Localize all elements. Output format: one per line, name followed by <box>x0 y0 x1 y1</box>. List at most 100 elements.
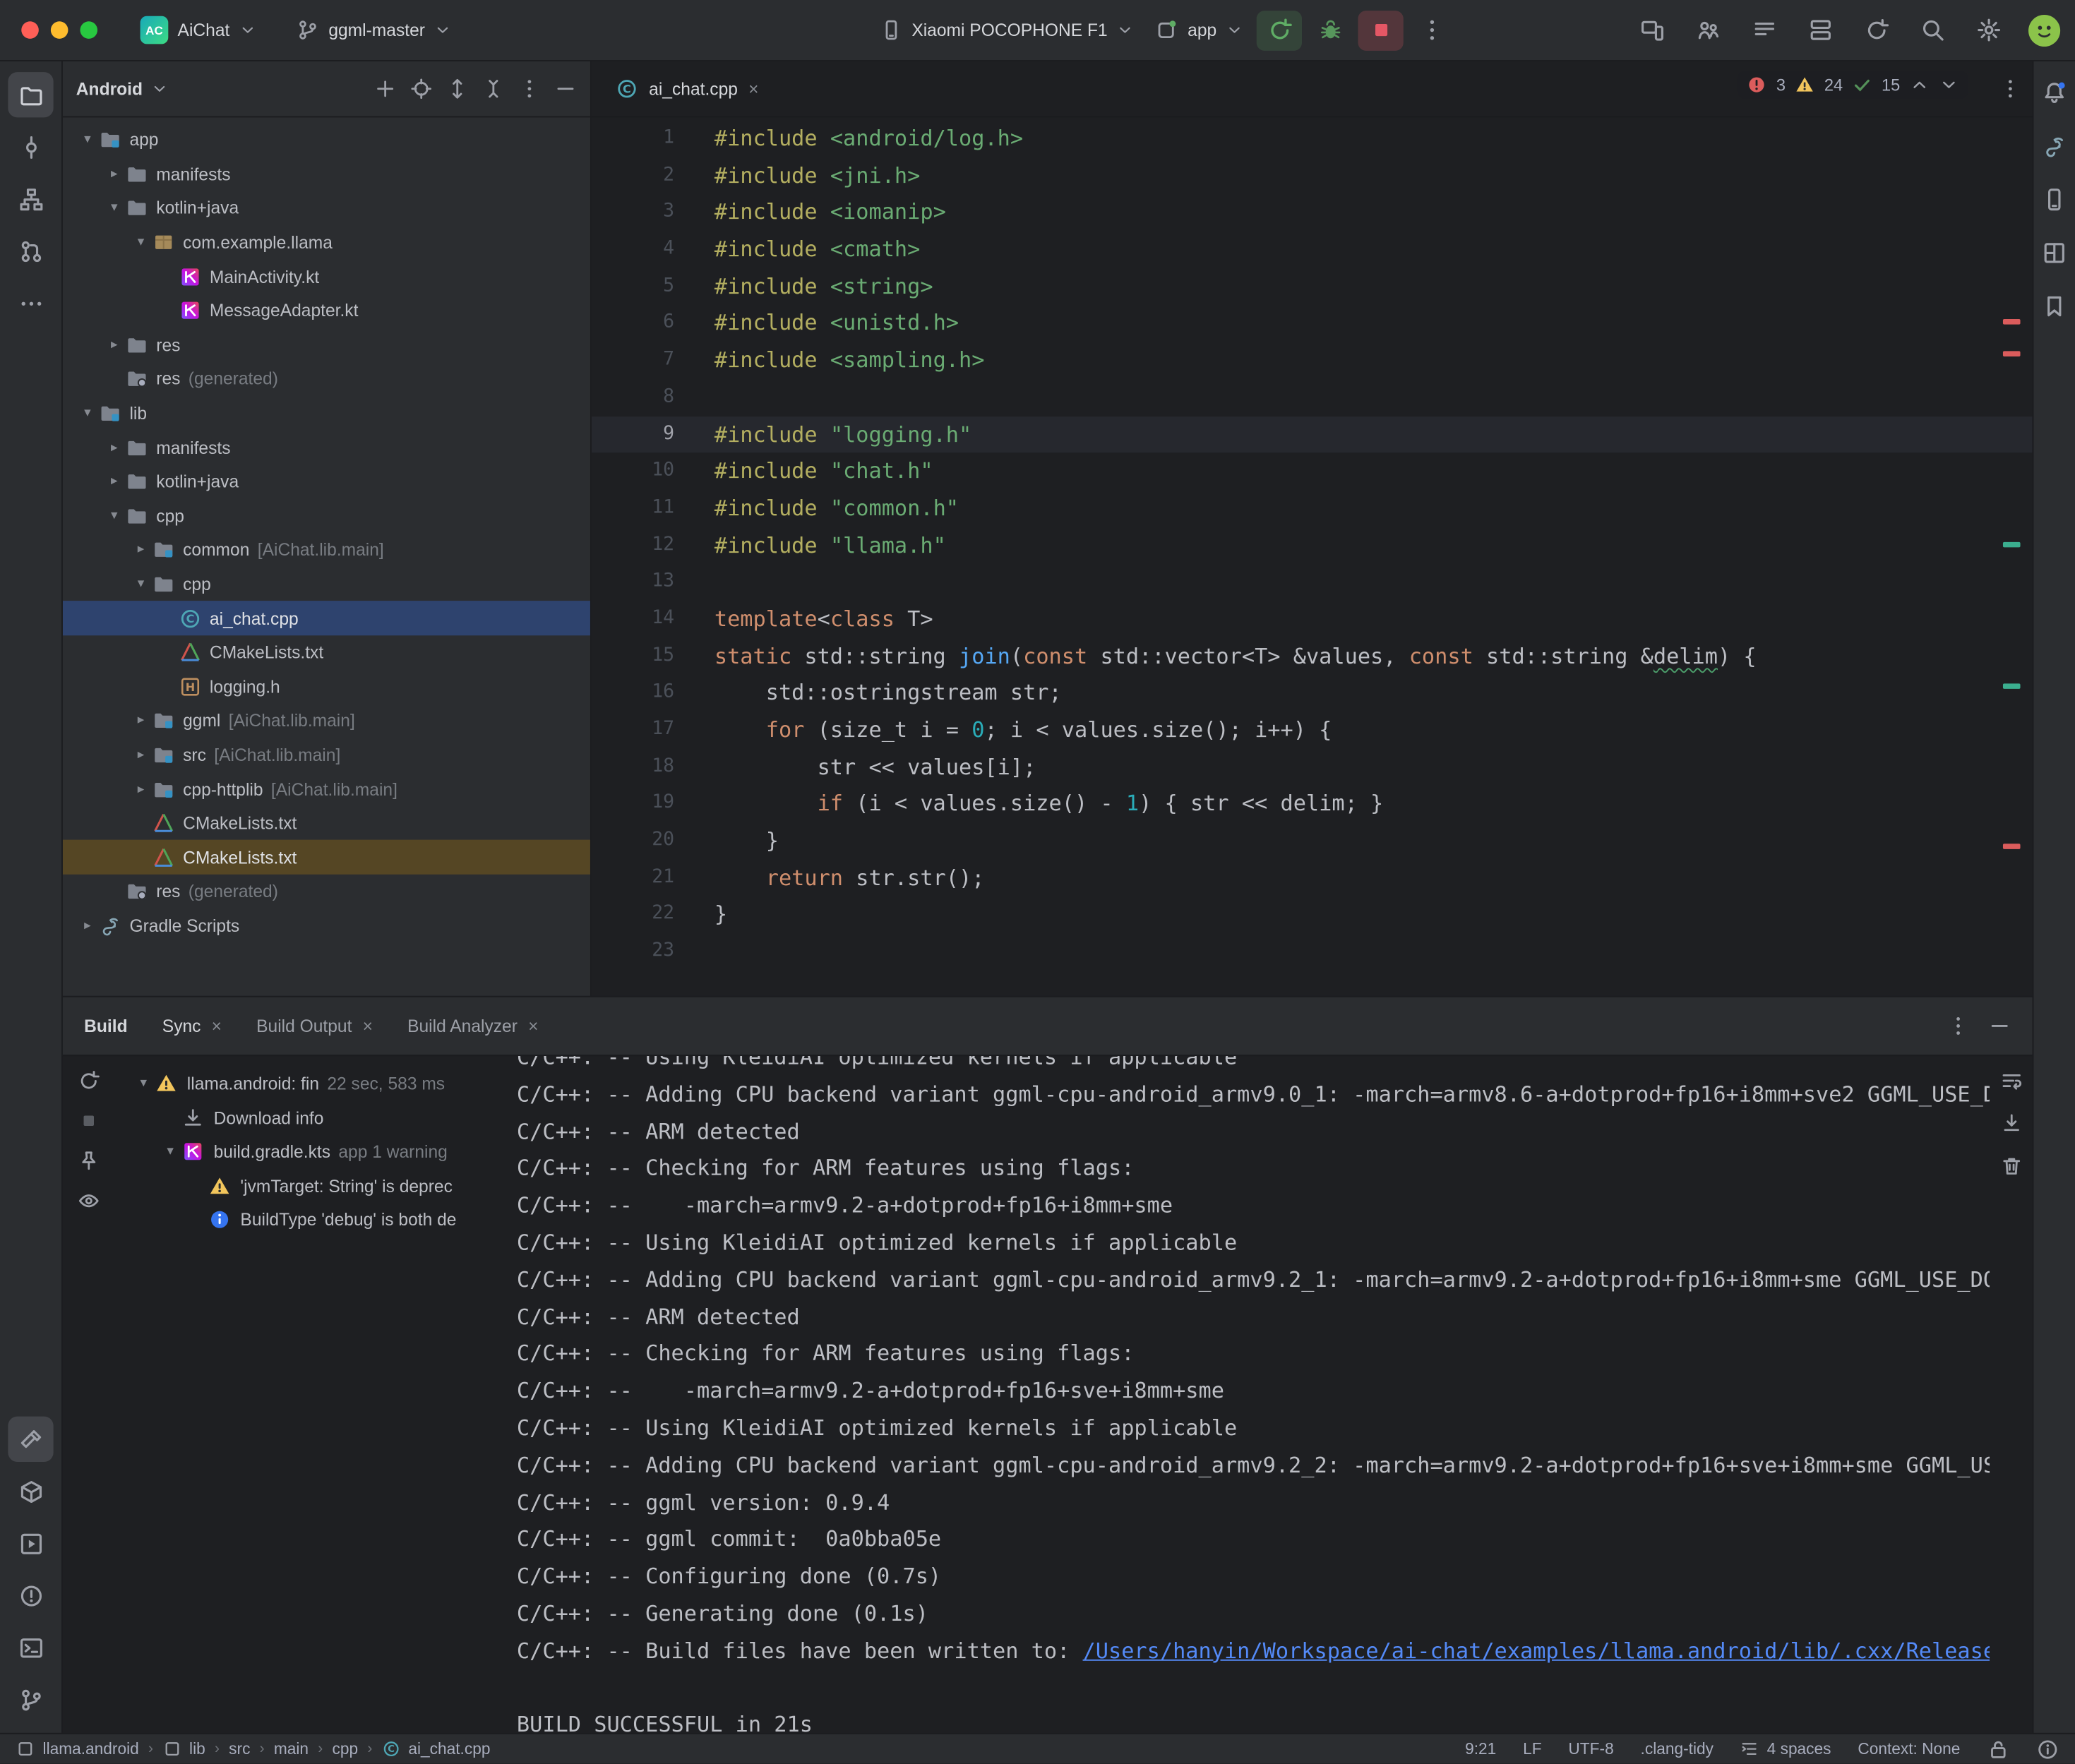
chevron-down-icon[interactable]: ▾ <box>103 201 126 216</box>
code-line[interactable]: 8 <box>592 379 2033 416</box>
more-tool-button[interactable] <box>8 280 53 325</box>
tree-item-logging-h[interactable]: Hlogging.h <box>63 669 590 703</box>
chevron-right-icon[interactable]: ▸ <box>129 543 152 558</box>
build-tab-sync[interactable]: Sync× <box>162 1016 222 1036</box>
search-button[interactable] <box>1910 10 1955 50</box>
error-stripe-mark[interactable] <box>2003 542 2021 548</box>
build-tab-build-output[interactable]: Build Output× <box>256 1016 373 1036</box>
chevron-down-icon[interactable]: ▾ <box>159 1144 181 1159</box>
stop-button[interactable] <box>1358 10 1404 50</box>
build-tree-item[interactable]: Download info <box>114 1100 503 1134</box>
chevron-down-icon[interactable]: ▾ <box>76 133 99 148</box>
pull-requests-tool-button[interactable] <box>8 228 53 273</box>
tree-item-messageadapter-kt[interactable]: MessageAdapter.kt <box>63 294 590 328</box>
breadcrumb-item-cpp[interactable]: cpp <box>332 1739 358 1758</box>
error-stripe-mark[interactable] <box>2003 844 2021 849</box>
chevron-down-icon[interactable]: ▾ <box>103 508 126 523</box>
gradle-tool-tool-button[interactable] <box>2037 128 2071 163</box>
breadcrumb-item-ai-chat-cpp[interactable]: Cai_chat.cpp <box>382 1739 491 1758</box>
build-tree-item[interactable]: ▾llama.android: fin22 sec, 583 ms <box>114 1067 503 1100</box>
bookmarks-tool-button[interactable] <box>2037 289 2071 323</box>
lock-icon[interactable] <box>1987 1738 2009 1760</box>
close-tab-icon[interactable]: × <box>363 1016 373 1036</box>
chevron-right-icon[interactable]: ▸ <box>103 167 126 181</box>
code-line[interactable]: 20 } <box>592 822 2033 859</box>
close-window-button[interactable] <box>21 21 39 39</box>
expand-all-icon[interactable] <box>446 78 469 100</box>
code-line[interactable]: 11#include "common.h" <box>592 490 2033 527</box>
code-line[interactable]: 3#include <iomanip> <box>592 194 2033 231</box>
code-line[interactable]: 15static std::string join(const std::vec… <box>592 637 2033 674</box>
editor-options-icon[interactable] <box>1999 78 2021 100</box>
error-stripe-mark[interactable] <box>2003 319 2021 325</box>
build-tree-item[interactable]: 'jvmTarget: String' is deprec <box>114 1169 503 1203</box>
version-control-tool-button[interactable] <box>8 1676 53 1722</box>
add-icon[interactable] <box>374 78 397 100</box>
code-line[interactable]: 5#include <string> <box>592 268 2033 305</box>
device-explorer-tool-button[interactable] <box>2037 181 2071 216</box>
stop-gray-button[interactable] <box>77 1110 100 1136</box>
tree-item-res[interactable]: res(generated) <box>63 362 590 396</box>
problems-tool-button[interactable] <box>8 1573 53 1618</box>
tree-item-cmakelists-txt[interactable]: CMakeLists.txt <box>63 841 590 875</box>
vcs-branch-widget[interactable]: ggml-master <box>286 13 462 47</box>
tree-item-kotlin-java[interactable]: ▾kotlin+java <box>63 191 590 225</box>
chevron-right-icon[interactable]: ▸ <box>76 918 99 933</box>
pin-button[interactable] <box>77 1149 100 1176</box>
target-icon[interactable] <box>410 78 433 100</box>
tree-item-app[interactable]: ▾app <box>63 123 590 157</box>
indent-setting[interactable]: 4 spaces <box>1740 1739 1831 1758</box>
tree-item-kotlin-java[interactable]: ▸kotlin+java <box>63 464 590 498</box>
hide-panel-icon[interactable] <box>1988 1014 2011 1037</box>
code-line[interactable]: 17 for (size_t i = 0; i < values.size();… <box>592 712 2033 748</box>
tree-item-mainactivity-kt[interactable]: MainActivity.kt <box>63 260 590 294</box>
file-encoding[interactable]: UTF-8 <box>1568 1739 1613 1758</box>
chevron-down-icon[interactable]: ▾ <box>129 235 152 250</box>
code-line[interactable]: 13 <box>592 564 2033 601</box>
more-actions-button[interactable] <box>1409 10 1454 50</box>
build-tree-item[interactable]: ▾build.gradle.ktsapp 1 warning <box>114 1135 503 1169</box>
next-problem-icon[interactable] <box>1939 75 1959 95</box>
more-vert-icon[interactable] <box>518 78 541 100</box>
tree-item-res[interactable]: res(generated) <box>63 875 590 908</box>
cursor-position[interactable]: 9:21 <box>1465 1739 1496 1758</box>
code-line[interactable]: 18 str << values[i]; <box>592 748 2033 785</box>
error-stripe-mark[interactable] <box>2003 683 2021 689</box>
code-line[interactable]: 1#include <android/log.h> <box>592 120 2033 157</box>
tree-item-lib[interactable]: ▾lib <box>63 396 590 430</box>
prev-problem-icon[interactable] <box>1910 75 1930 95</box>
chevron-down-icon[interactable]: ▾ <box>132 1076 155 1091</box>
breadcrumb-item-lib[interactable]: lib <box>162 1739 205 1758</box>
device-mirroring-button[interactable] <box>1629 10 1674 50</box>
chevron-right-icon[interactable]: ▸ <box>129 748 152 762</box>
terminal-tool-button[interactable] <box>8 1625 53 1670</box>
preview-button[interactable] <box>77 1189 100 1216</box>
inspections-widget[interactable]: 3 24 15 <box>1738 71 1968 99</box>
device-selector[interactable]: Xiaomi POCOPHONE F1 <box>869 13 1145 47</box>
chevron-down-icon[interactable]: ▾ <box>129 577 152 592</box>
code-line[interactable]: 23 <box>592 933 2033 970</box>
profile-avatar[interactable] <box>2027 13 2062 47</box>
tree-item-res[interactable]: ▸res <box>63 328 590 361</box>
context-setting[interactable]: Context: None <box>1858 1739 1960 1758</box>
build-tree-item[interactable]: BuildType 'debug' is both de <box>114 1203 503 1237</box>
build-tool-button[interactable] <box>8 1417 53 1462</box>
code-line[interactable]: 7#include <sampling.h> <box>592 342 2033 378</box>
tree-item-src[interactable]: ▸src[AiChat.lib.main] <box>63 738 590 772</box>
debug-button[interactable] <box>1308 10 1353 50</box>
breadcrumb-item-main[interactable]: main <box>274 1739 309 1758</box>
chevron-right-icon[interactable]: ▸ <box>103 474 126 489</box>
build-output-link[interactable]: /Users/hanyin/Workspace/ai-chat/examples… <box>1083 1638 1990 1663</box>
settings-button[interactable] <box>1966 10 2011 50</box>
tree-item-gradle-scripts[interactable]: ▸Gradle Scripts <box>63 908 590 942</box>
code-line[interactable]: 2#include <jni.h> <box>592 157 2033 194</box>
code-editor[interactable]: 1#include <android/log.h>2#include <jni.… <box>592 117 2033 995</box>
close-tab-icon[interactable]: × <box>528 1016 538 1036</box>
logcat-button[interactable] <box>1741 10 1786 50</box>
project-widget[interactable]: AC AiChat <box>129 11 267 49</box>
build-variants-button[interactable] <box>1798 10 1843 50</box>
chevron-right-icon[interactable]: ▸ <box>129 714 152 728</box>
chevron-down-icon[interactable]: ▾ <box>76 406 99 421</box>
tree-item-common[interactable]: ▸common[AiChat.lib.main] <box>63 533 590 567</box>
tree-item-ggml[interactable]: ▸ggml[AiChat.lib.main] <box>63 704 590 738</box>
